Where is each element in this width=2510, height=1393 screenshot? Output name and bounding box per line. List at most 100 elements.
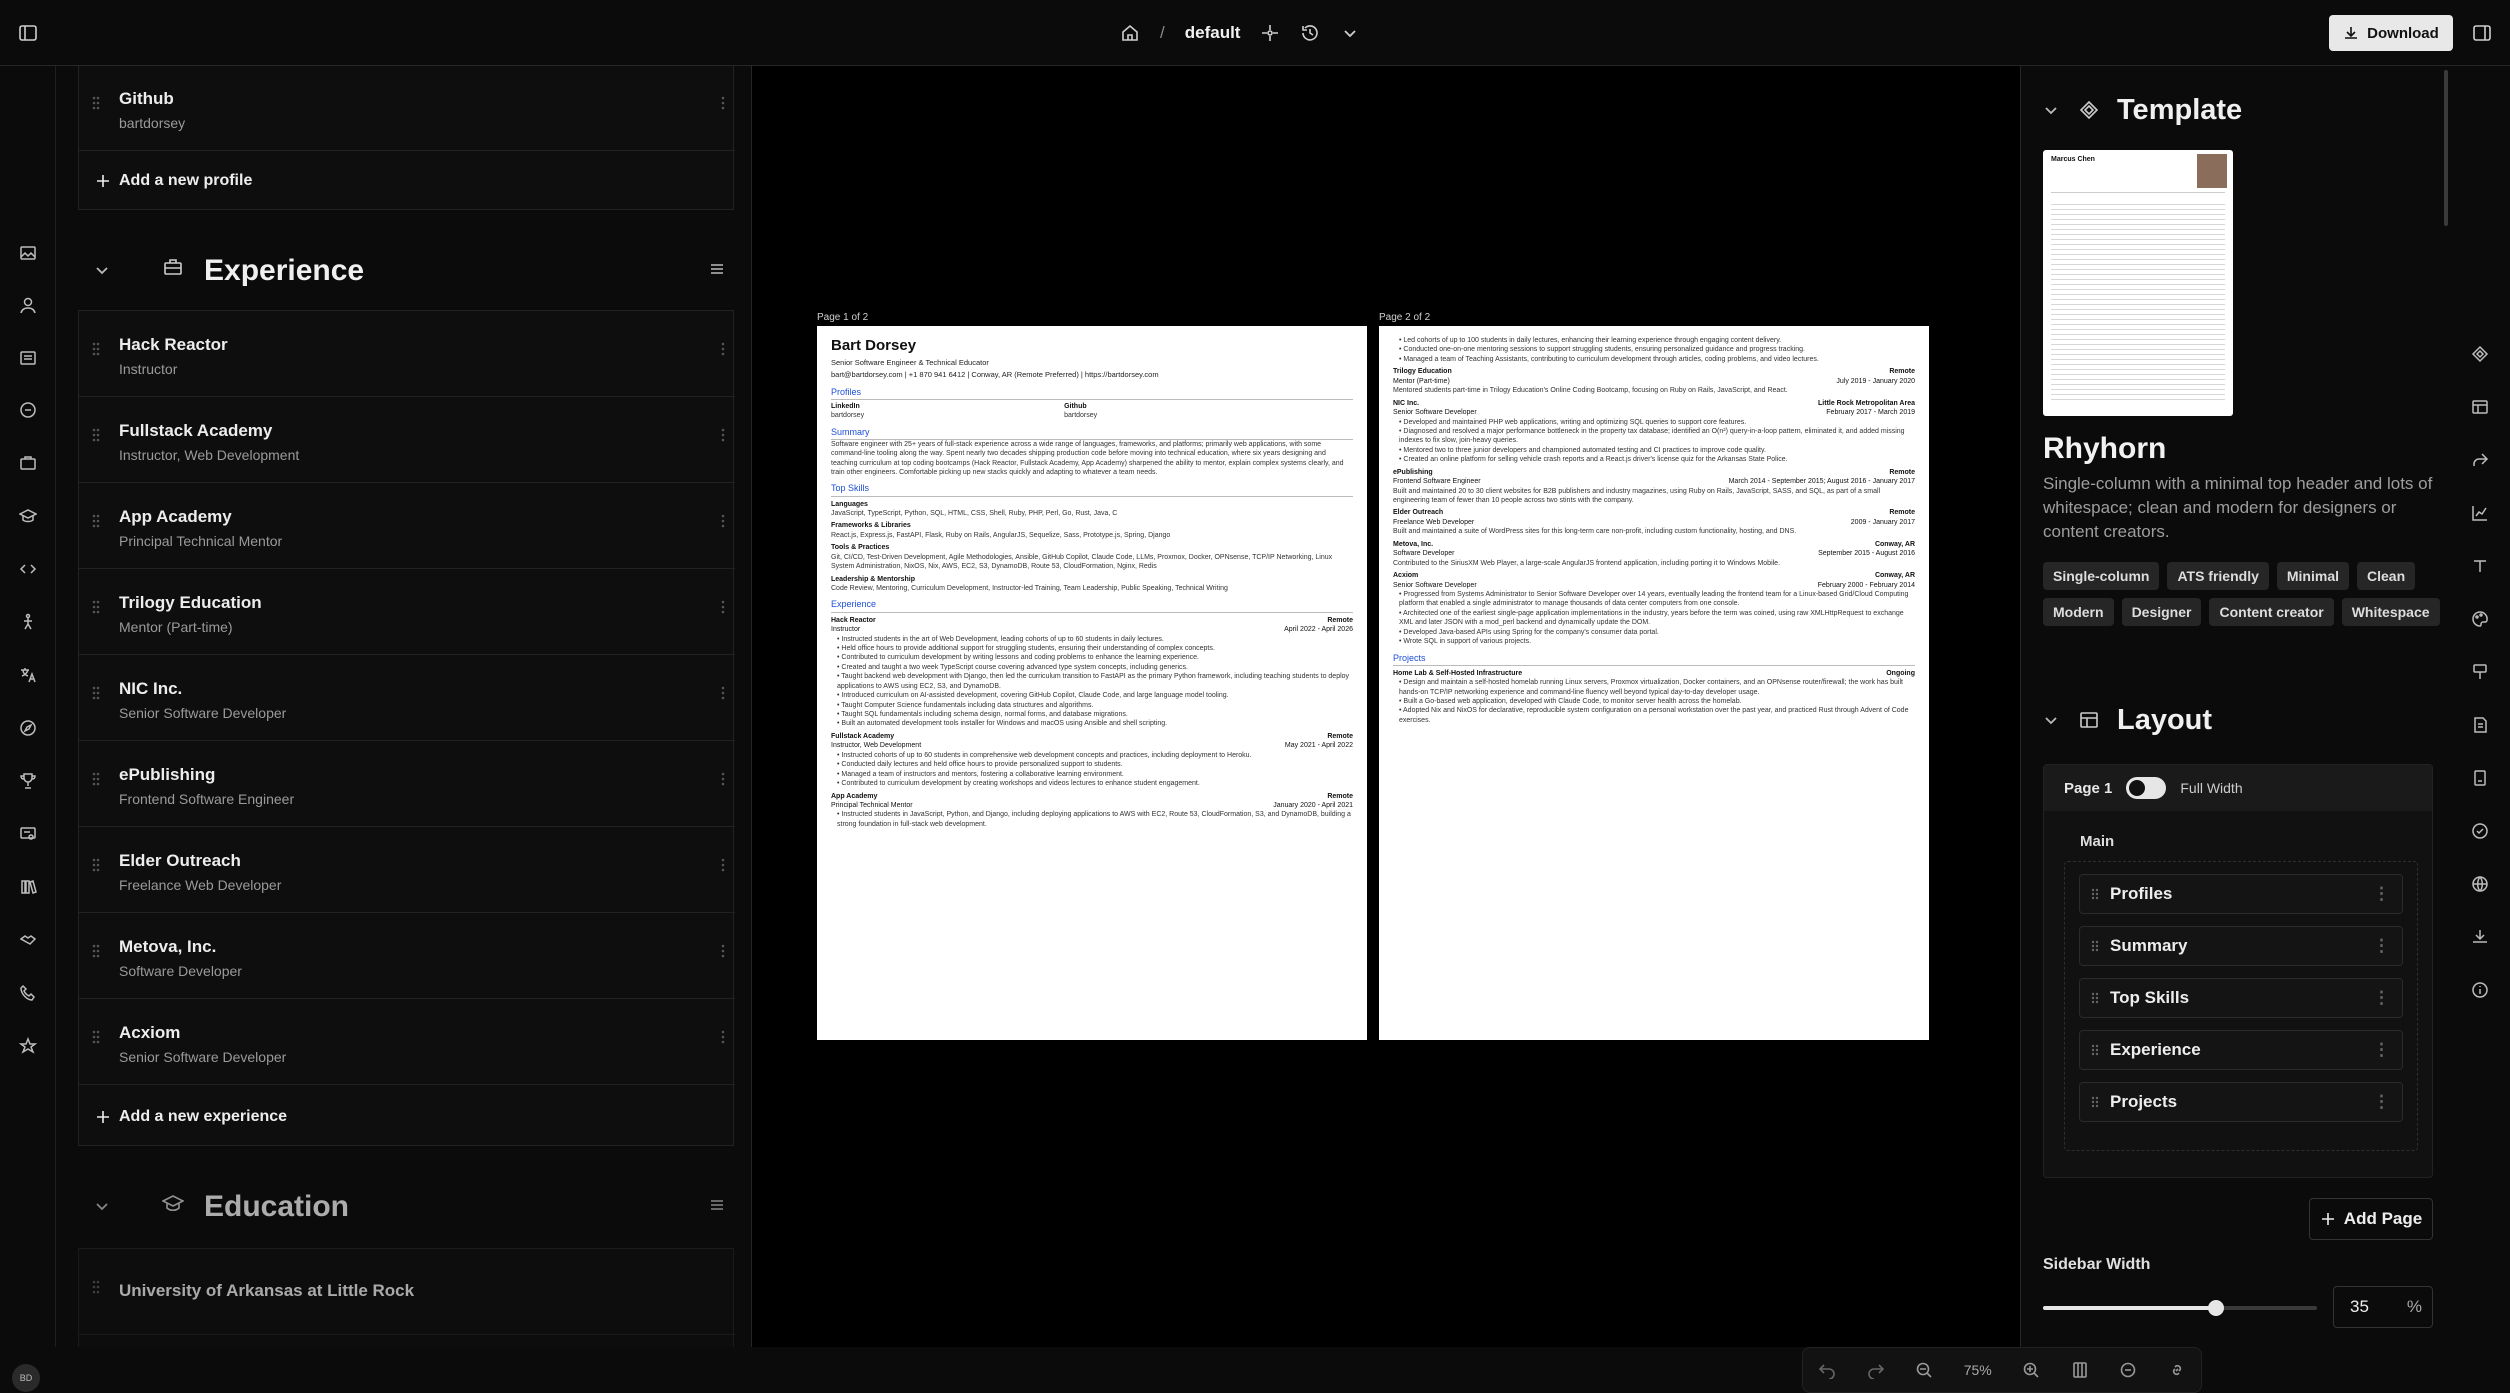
- more-vertical-icon[interactable]: [721, 771, 725, 787]
- more-vertical-icon[interactable]: [721, 427, 725, 443]
- add-experience-button[interactable]: Add a new experience: [79, 1089, 735, 1145]
- drag-handle-icon[interactable]: [91, 513, 101, 529]
- layout-item-profiles[interactable]: Profiles ⋮: [2079, 874, 2403, 914]
- history-icon[interactable]: [1300, 23, 1320, 43]
- compass-icon[interactable]: [15, 715, 41, 741]
- chevron-down-icon[interactable]: [1340, 23, 1360, 43]
- resume-preview-canvas[interactable]: Page 1 of 2 Page 2 of 2 Bart Dorsey Seni…: [752, 66, 2202, 1393]
- list-item[interactable]: Elder Outreach Freelance Web Developer: [79, 827, 735, 913]
- chevron-down-icon[interactable]: [2041, 710, 2061, 730]
- undo-icon[interactable]: [1818, 1361, 1836, 1379]
- drag-handle-icon[interactable]: [91, 1029, 101, 1045]
- drag-handle-icon[interactable]: [2080, 991, 2110, 1005]
- person-walk-icon[interactable]: [15, 609, 41, 635]
- trophy-icon[interactable]: [15, 768, 41, 794]
- graduation-cap-icon[interactable]: [15, 503, 41, 529]
- globe-icon[interactable]: [2468, 872, 2492, 896]
- template-diamond-icon[interactable]: [2468, 342, 2492, 366]
- page-layout-icon[interactable]: [2071, 1361, 2089, 1379]
- add-page-button[interactable]: Add Page: [2309, 1198, 2433, 1240]
- more-vertical-icon[interactable]: [721, 513, 725, 529]
- more-vertical-icon[interactable]: ⋮: [2373, 936, 2390, 956]
- zoom-in-icon[interactable]: [2022, 1361, 2040, 1379]
- more-vertical-icon[interactable]: [721, 1029, 725, 1045]
- export-icon[interactable]: [2468, 925, 2492, 949]
- list-item[interactable]: App Academy Principal Technical Mentor: [79, 483, 735, 569]
- phone-icon[interactable]: [15, 980, 41, 1006]
- more-vertical-icon[interactable]: [721, 685, 725, 701]
- more-vertical-icon[interactable]: [721, 599, 725, 615]
- avatar[interactable]: BD: [12, 1364, 40, 1392]
- link-icon[interactable]: [2168, 1361, 2186, 1379]
- more-vertical-icon[interactable]: ⋮: [2373, 1092, 2390, 1112]
- drag-handle-icon[interactable]: [2080, 1043, 2110, 1057]
- drag-handle-icon[interactable]: [2080, 887, 2110, 901]
- list-item[interactable]: Hack Reactor Instructor: [79, 311, 735, 397]
- template-thumbnail[interactable]: Marcus Chen: [2043, 150, 2233, 416]
- share-icon[interactable]: [2468, 448, 2492, 472]
- slider-handle[interactable]: [2207, 1300, 2224, 1316]
- drag-handle-icon[interactable]: [91, 771, 101, 787]
- list-item[interactable]: Github bartdorsey: [79, 66, 735, 151]
- list-item[interactable]: Acxiom Senior Software Developer: [79, 999, 735, 1085]
- drag-handle-icon[interactable]: [91, 1279, 101, 1295]
- list-item[interactable]: Fullstack Academy Instructor, Web Develop…: [79, 397, 735, 483]
- books-icon[interactable]: [15, 874, 41, 900]
- info-icon[interactable]: [2468, 978, 2492, 1002]
- briefcase-icon[interactable]: [15, 450, 41, 476]
- star-icon[interactable]: [15, 1033, 41, 1059]
- more-vertical-icon[interactable]: [721, 943, 725, 959]
- sidebar-toggle-icon[interactable]: [12, 17, 44, 49]
- layout-icon[interactable]: [2468, 395, 2492, 419]
- list-item[interactable]: ePublishing Frontend Software Engineer: [79, 741, 735, 827]
- drag-handle-icon[interactable]: [91, 95, 101, 111]
- more-vertical-icon[interactable]: ⋮: [2373, 988, 2390, 1008]
- handshake-icon[interactable]: [15, 927, 41, 953]
- drag-handle-icon[interactable]: [91, 857, 101, 873]
- notes-icon[interactable]: [2468, 713, 2492, 737]
- more-vertical-icon[interactable]: [721, 95, 725, 111]
- more-vertical-icon[interactable]: [721, 341, 725, 357]
- zoom-level[interactable]: 75%: [1964, 1362, 1992, 1378]
- more-vertical-icon[interactable]: [721, 857, 725, 873]
- check-circle-icon[interactable]: [2468, 819, 2492, 843]
- language-icon[interactable]: [15, 662, 41, 688]
- right-panel-scrollbar[interactable]: [2444, 70, 2448, 226]
- menu-icon[interactable]: [708, 260, 726, 278]
- list-item[interactable]: NIC Inc. Senior Software Developer: [79, 655, 735, 741]
- right-panel-toggle-icon[interactable]: [2466, 17, 2498, 49]
- summary-icon[interactable]: [15, 345, 41, 371]
- more-vertical-icon[interactable]: ⋮: [2373, 884, 2390, 904]
- code-icon[interactable]: [15, 556, 41, 582]
- typography-icon[interactable]: [2468, 554, 2492, 578]
- layout-item-projects[interactable]: Projects ⋮: [2079, 1082, 2403, 1122]
- list-item[interactable]: Trilogy Education Mentor (Part-time): [79, 569, 735, 655]
- redo-icon[interactable]: [1867, 1361, 1885, 1379]
- resume-page-2[interactable]: • Led cohorts of up to 100 students in d…: [1379, 326, 1929, 1040]
- chat-icon[interactable]: [15, 397, 41, 423]
- drag-handle-icon[interactable]: [91, 599, 101, 615]
- chevron-down-icon[interactable]: [92, 260, 112, 280]
- document-name[interactable]: default: [1185, 23, 1241, 43]
- page-icon[interactable]: [2468, 766, 2492, 790]
- sidebar-width-slider[interactable]: [2043, 1300, 2317, 1316]
- layout-item-experience[interactable]: Experience ⋮: [2079, 1030, 2403, 1070]
- chevron-down-icon[interactable]: [2041, 100, 2061, 120]
- palette-icon[interactable]: [2468, 607, 2492, 631]
- sidebar-width-input[interactable]: 35 %: [2333, 1286, 2433, 1328]
- full-width-toggle[interactable]: [2126, 777, 2167, 799]
- zoom-out-icon[interactable]: [1915, 1361, 1933, 1379]
- sparkle-icon[interactable]: [1260, 23, 1280, 43]
- resume-page-1[interactable]: Bart Dorsey Senior Software Engineer & T…: [817, 326, 1367, 1040]
- comment-icon[interactable]: [2119, 1361, 2137, 1379]
- certificate-icon[interactable]: [15, 821, 41, 847]
- drag-handle-icon[interactable]: [91, 341, 101, 357]
- drag-handle-icon[interactable]: [91, 685, 101, 701]
- layout-item-top-skills[interactable]: Top Skills ⋮: [2079, 978, 2403, 1018]
- layout-item-summary[interactable]: Summary ⋮: [2079, 926, 2403, 966]
- picture-icon[interactable]: [15, 240, 41, 266]
- drag-handle-icon[interactable]: [2080, 1095, 2110, 1109]
- list-item[interactable]: University of Arkansas at Little Rock: [79, 1249, 735, 1335]
- download-button[interactable]: Download: [2329, 15, 2453, 51]
- menu-icon[interactable]: [708, 1196, 726, 1214]
